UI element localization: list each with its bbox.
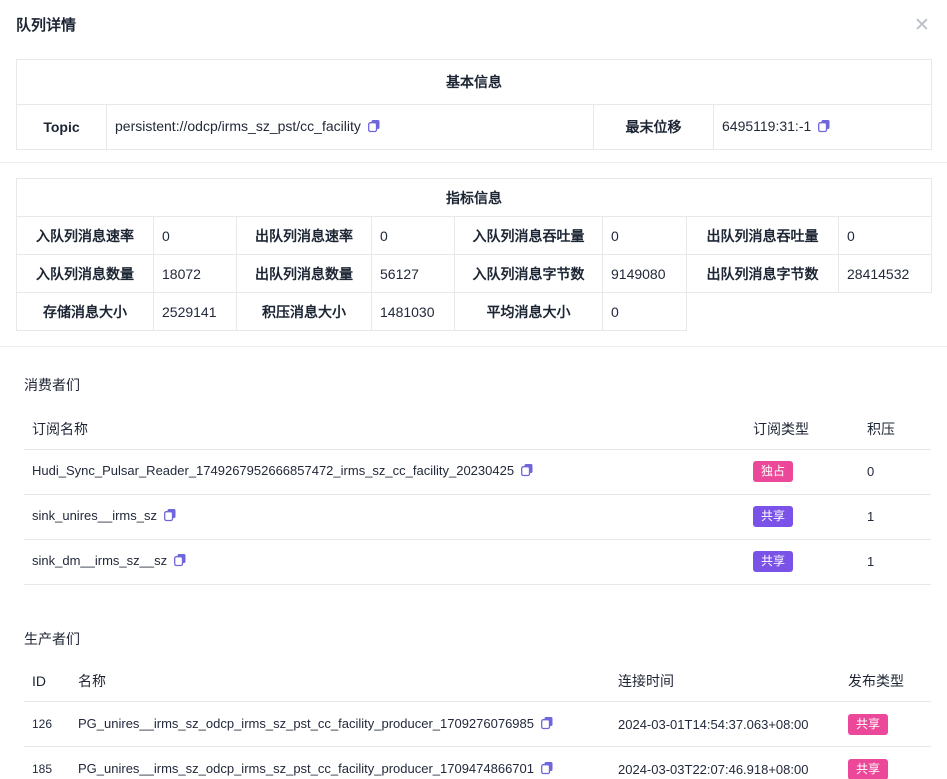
close-icon[interactable]: ✕ [911, 14, 933, 36]
basic-info-table: 基本信息 Topic persistent://odcp/irms_sz_pst… [16, 59, 932, 150]
subscription-name-cell: sink_dm__irms_sz__sz [24, 539, 745, 584]
metric-value: 0 [603, 217, 687, 255]
producer-name: PG_unires__irms_sz_odcp_irms_sz_pst_cc_f… [78, 716, 534, 731]
backlog-cell: 1 [859, 494, 931, 539]
backlog-cell: 1 [859, 539, 931, 584]
column-header-subscription-name: 订阅名称 [24, 409, 745, 449]
subscription-type-cell: 共享 [745, 494, 859, 539]
metric-value: 0 [603, 293, 687, 331]
metrics-header: 指标信息 [17, 179, 932, 217]
metric-label: 积压消息大小 [237, 293, 372, 331]
metric-value: 0 [839, 217, 932, 255]
producer-connect-time: 2024-03-03T22:07:46.918+08:00 [610, 747, 840, 779]
status-badge: 共享 [848, 759, 888, 779]
metric-value: 1481030 [372, 293, 455, 331]
column-header-id: ID [24, 662, 70, 702]
producers-table: ID 名称 连接时间 发布类型 126 PG_unires__irms_sz_o… [24, 662, 931, 779]
metric-label: 出队列消息速率 [237, 217, 372, 255]
copy-icon[interactable] [173, 553, 187, 570]
section-divider [0, 162, 947, 163]
status-badge: 共享 [753, 506, 793, 527]
table-row: sink_unires__irms_sz 共享 1 [24, 494, 931, 539]
metrics-table: 指标信息 入队列消息速率 0 出队列消息速率 0 入队列消息吞吐量 0 出队列消… [16, 178, 932, 331]
copy-icon[interactable] [163, 508, 177, 525]
consumers-section: 消费者们 订阅名称 订阅类型 积压 Hudi_Sync_Pulsar_Reade… [24, 375, 931, 585]
copy-icon[interactable] [540, 761, 554, 778]
producer-id: 185 [24, 747, 70, 779]
copy-icon[interactable] [817, 119, 831, 136]
metric-value: 0 [154, 217, 237, 255]
metric-value: 2529141 [154, 293, 237, 331]
topic-value: persistent://odcp/irms_sz_pst/cc_facilit… [115, 118, 361, 134]
status-badge: 共享 [753, 551, 793, 572]
metric-label: 入队列消息字节数 [455, 255, 603, 293]
metric-value: 56127 [372, 255, 455, 293]
empty-cell [687, 293, 932, 331]
modal-body: 基本信息 Topic persistent://odcp/irms_sz_pst… [0, 59, 947, 779]
copy-icon[interactable] [540, 716, 554, 733]
metric-label: 入队列消息吞吐量 [455, 217, 603, 255]
table-row: Topic persistent://odcp/irms_sz_pst/cc_f… [17, 105, 932, 150]
metric-label: 入队列消息速率 [17, 217, 154, 255]
subscription-type-cell: 独占 [745, 449, 859, 494]
metric-label: 入队列消息数量 [17, 255, 154, 293]
metric-value: 9149080 [603, 255, 687, 293]
producer-id: 126 [24, 702, 70, 747]
status-badge: 独占 [753, 461, 793, 482]
publish-type-cell: 共享 [840, 702, 931, 747]
table-row: Hudi_Sync_Pulsar_Reader_1749267952666857… [24, 449, 931, 494]
queue-detail-modal: 队列详情 ✕ 基本信息 Topic persistent://odcp/irms… [0, 0, 947, 779]
table-row: sink_dm__irms_sz__sz 共享 1 [24, 539, 931, 584]
topic-label: Topic [17, 105, 107, 150]
page-title: 队列详情 [16, 14, 76, 35]
last-offset-value-cell: 6495119:31:-1 [714, 105, 932, 150]
topic-value-cell: persistent://odcp/irms_sz_pst/cc_facilit… [107, 105, 594, 150]
consumers-title: 消费者们 [24, 375, 931, 395]
metric-label: 出队列消息吞吐量 [687, 217, 839, 255]
last-offset-value: 6495119:31:-1 [722, 118, 811, 134]
table-row: 存储消息大小 2529141 积压消息大小 1481030 平均消息大小 0 [17, 293, 932, 331]
table-row: 126 PG_unires__irms_sz_odcp_irms_sz_pst_… [24, 702, 931, 747]
metric-label: 平均消息大小 [455, 293, 603, 331]
subscription-name: sink_dm__irms_sz__sz [32, 553, 167, 568]
producer-name-cell: PG_unires__irms_sz_odcp_irms_sz_pst_cc_f… [70, 702, 610, 747]
backlog-cell: 0 [859, 449, 931, 494]
subscription-name: sink_unires__irms_sz [32, 508, 157, 523]
producer-name: PG_unires__irms_sz_odcp_irms_sz_pst_cc_f… [78, 761, 534, 776]
subscription-type-cell: 共享 [745, 539, 859, 584]
copy-icon[interactable] [367, 119, 381, 136]
publish-type-cell: 共享 [840, 747, 931, 779]
table-row: 入队列消息速率 0 出队列消息速率 0 入队列消息吞吐量 0 出队列消息吞吐量 … [17, 217, 932, 255]
column-header-backlog: 积压 [859, 409, 931, 449]
last-offset-label: 最末位移 [594, 105, 714, 150]
status-badge: 共享 [848, 714, 888, 735]
consumers-table: 订阅名称 订阅类型 积压 Hudi_Sync_Pulsar_Reader_174… [24, 409, 931, 585]
table-row: 入队列消息数量 18072 出队列消息数量 56127 入队列消息字节数 914… [17, 255, 932, 293]
producer-connect-time: 2024-03-01T14:54:37.063+08:00 [610, 702, 840, 747]
column-header-publish-type: 发布类型 [840, 662, 931, 702]
subscription-name-cell: sink_unires__irms_sz [24, 494, 745, 539]
metric-label: 存储消息大小 [17, 293, 154, 331]
basic-info-header: 基本信息 [17, 60, 932, 105]
metric-label: 出队列消息数量 [237, 255, 372, 293]
metric-value: 28414532 [839, 255, 932, 293]
table-row: 185 PG_unires__irms_sz_odcp_irms_sz_pst_… [24, 747, 931, 779]
metric-label: 出队列消息字节数 [687, 255, 839, 293]
producers-section: 生产者们 ID 名称 连接时间 发布类型 126 PG_unires__irms… [24, 629, 931, 779]
section-divider [0, 346, 947, 347]
subscription-name-cell: Hudi_Sync_Pulsar_Reader_1749267952666857… [24, 449, 745, 494]
metric-value: 0 [372, 217, 455, 255]
subscription-name: Hudi_Sync_Pulsar_Reader_1749267952666857… [32, 463, 514, 478]
producers-title: 生产者们 [24, 629, 931, 649]
column-header-subscription-type: 订阅类型 [745, 409, 859, 449]
column-header-connect-time: 连接时间 [610, 662, 840, 702]
column-header-name: 名称 [70, 662, 610, 702]
producer-name-cell: PG_unires__irms_sz_odcp_irms_sz_pst_cc_f… [70, 747, 610, 779]
copy-icon[interactable] [520, 463, 534, 480]
metric-value: 18072 [154, 255, 237, 293]
